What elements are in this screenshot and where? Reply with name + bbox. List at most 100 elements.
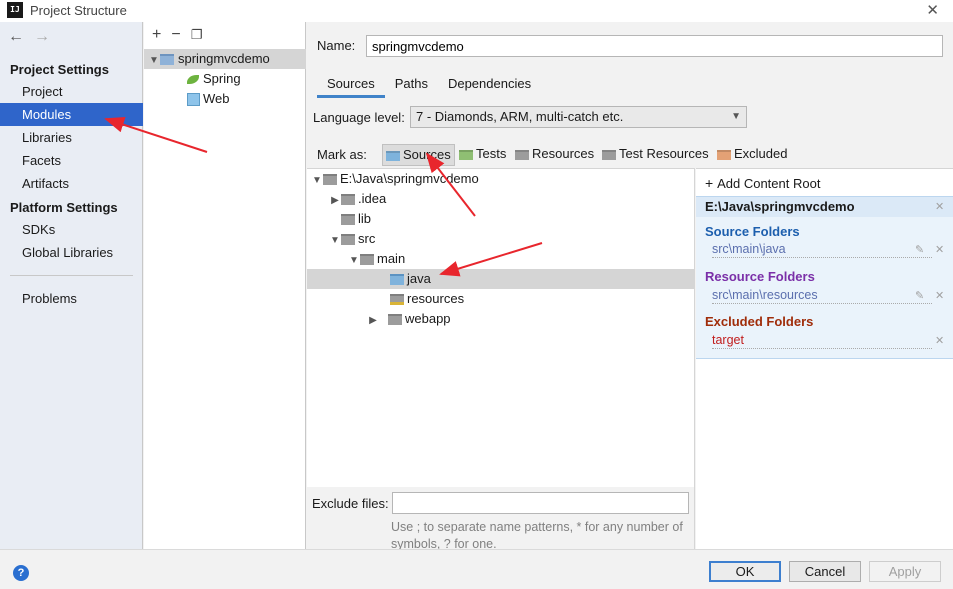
module-name-input[interactable] xyxy=(366,35,943,57)
source-folder-entry[interactable]: src\main\java xyxy=(712,242,932,258)
excluded-folder-entry[interactable]: target xyxy=(712,333,932,349)
mark-tests-button[interactable]: Tests xyxy=(456,144,509,166)
nav-item-project[interactable]: Project xyxy=(0,80,143,103)
chevron-down-icon[interactable]: ▼ xyxy=(348,251,360,271)
content-root-card: E:\Java\springmvcdemo ✕ Source Folders s… xyxy=(696,196,953,359)
nav-item-libraries[interactable]: Libraries xyxy=(0,126,143,149)
content-root-path: E:\Java\springmvcdemo xyxy=(696,197,953,217)
folder-icon xyxy=(341,194,355,206)
pencil-icon[interactable]: ✎ xyxy=(915,243,924,256)
module-row-springmvcdemo[interactable]: ▼ springmvcdemo xyxy=(144,49,306,69)
source-folders-header: Source Folders xyxy=(705,224,800,239)
help-icon[interactable]: ? xyxy=(13,565,29,581)
tree-row-label: lib xyxy=(358,211,372,226)
nav-item-facets[interactable]: Facets xyxy=(0,149,143,172)
close-icon[interactable]: ✕ xyxy=(935,200,944,213)
test-resources-folder-icon xyxy=(602,149,616,160)
add-module-button[interactable]: + xyxy=(152,26,161,43)
content-file-tree: ▼ E:\Java\springmvcdemo ▶ .idea lib ▼ src ▼… xyxy=(307,168,695,551)
close-icon[interactable]: ✕ xyxy=(926,1,939,19)
tab-paths[interactable]: Paths xyxy=(385,72,438,98)
chevron-down-icon[interactable]: ▼ xyxy=(148,51,160,71)
mark-excluded-label: Excluded xyxy=(734,146,788,161)
tree-row[interactable]: ▼ E:\Java\springmvcdemo xyxy=(307,169,694,189)
content-roots-panel: + Add Content Root E:\Java\springmvcdemo… xyxy=(696,168,953,549)
nav-divider xyxy=(10,275,133,276)
tree-row-label: java xyxy=(407,271,431,286)
close-icon[interactable]: ✕ xyxy=(935,334,944,347)
nav-item-modules[interactable]: Modules xyxy=(0,103,143,126)
arrow-left-icon[interactable]: ← xyxy=(8,28,24,45)
module-tabs: Sources Paths Dependencies xyxy=(317,72,541,98)
history-nav: ← → xyxy=(8,28,60,46)
intellij-logo-icon: IJ xyxy=(7,2,23,18)
resource-folders-header: Resource Folders xyxy=(705,269,815,284)
ok-button[interactable]: OK xyxy=(709,561,781,582)
facet-row-web[interactable]: Web xyxy=(144,89,230,109)
window-title: Project Structure xyxy=(30,3,127,18)
exclude-files-hint: Use ; to separate name patterns, * for a… xyxy=(391,520,683,551)
modules-toolbar: + − ❐ xyxy=(144,22,305,48)
tree-row[interactable]: resources xyxy=(307,289,694,309)
tree-row-label: src xyxy=(358,231,376,246)
language-level-select[interactable]: 7 - Diamonds, ARM, multi-catch etc. ▼ xyxy=(410,106,747,128)
exclude-files-label: Exclude files: xyxy=(312,496,389,511)
chevron-down-icon: ▼ xyxy=(731,111,741,122)
chevron-down-icon[interactable]: ▼ xyxy=(311,171,323,191)
add-content-root-label: Add Content Root xyxy=(717,176,821,191)
tree-row[interactable]: ▶ .idea xyxy=(307,189,694,209)
mark-tests-label: Tests xyxy=(476,146,507,161)
tree-row[interactable]: ▶ webapp xyxy=(307,309,694,329)
mark-sources-button[interactable]: Sources xyxy=(382,144,455,166)
copy-icon[interactable]: ❐ xyxy=(191,27,203,42)
mark-test-resources-label: Test Resources xyxy=(619,146,709,161)
mark-resources-button[interactable]: Resources xyxy=(512,144,597,166)
spring-leaf-icon xyxy=(187,75,199,85)
close-icon[interactable]: ✕ xyxy=(935,243,944,256)
pencil-icon[interactable]: ✎ xyxy=(915,289,924,302)
exclude-files-input[interactable] xyxy=(392,492,689,514)
remove-module-button[interactable]: − xyxy=(171,26,180,43)
module-folder-icon xyxy=(160,54,174,66)
nav-item-sdks[interactable]: SDKs xyxy=(0,218,143,241)
add-content-root-button[interactable]: + Add Content Root xyxy=(705,175,820,191)
language-level-label: Language level: xyxy=(313,110,405,125)
tree-row-label: resources xyxy=(407,291,465,306)
folder-icon xyxy=(341,214,355,226)
module-details: Name: SourcesPathsDependencies Language … xyxy=(307,22,953,551)
dialog-footer: ? OK Cancel Apply xyxy=(0,549,953,589)
close-icon[interactable]: ✕ xyxy=(935,289,944,302)
folder-icon xyxy=(360,254,374,266)
facet-row-spring[interactable]: Spring xyxy=(144,69,241,89)
mark-sources-label: Sources xyxy=(403,147,451,162)
tab-dependencies[interactable]: Dependencies xyxy=(438,72,541,98)
resource-folder-entry[interactable]: src\main\resources xyxy=(712,288,932,304)
chevron-right-icon[interactable]: ▶ xyxy=(329,191,341,211)
cancel-button[interactable]: Cancel xyxy=(789,561,861,582)
apply-button[interactable]: Apply xyxy=(869,561,941,582)
tree-row[interactable]: ▼ src xyxy=(307,229,694,249)
nav-item-artifacts[interactable]: Artifacts xyxy=(0,172,143,195)
nav-item-global-libraries[interactable]: Global Libraries xyxy=(0,241,143,264)
tree-row[interactable]: lib xyxy=(307,209,694,229)
chevron-down-icon[interactable]: ▼ xyxy=(329,231,341,251)
language-level-value: 7 - Diamonds, ARM, multi-catch etc. xyxy=(416,109,624,124)
tab-sources[interactable]: Sources xyxy=(317,72,385,98)
arrow-right-icon[interactable]: → xyxy=(34,28,50,45)
excluded-folder-icon xyxy=(717,149,731,160)
mark-excluded-button[interactable]: Excluded xyxy=(714,144,790,166)
tree-row-label: main xyxy=(377,251,406,266)
tree-row-label: E:\Java\springmvcdemo xyxy=(340,171,479,186)
tree-row[interactable]: ▼ main xyxy=(307,249,694,269)
mark-as-label: Mark as: xyxy=(317,147,367,162)
tree-row[interactable]: java xyxy=(307,269,694,289)
exclude-files-area: Exclude files: Use ; to separate name pa… xyxy=(307,487,694,551)
mark-test-resources-button[interactable]: Test Resources xyxy=(599,144,712,166)
resources-folder-icon xyxy=(515,149,529,160)
modules-panel: + − ❐ ▼ springmvcdemo Spring Web xyxy=(144,22,306,549)
folder-icon xyxy=(323,174,337,186)
nav-item-problems[interactable]: Problems xyxy=(0,287,143,310)
facet-label: Web xyxy=(203,91,230,106)
chevron-right-icon[interactable]: ▶ xyxy=(367,311,379,331)
platform-settings-header: Platform Settings xyxy=(10,200,118,215)
